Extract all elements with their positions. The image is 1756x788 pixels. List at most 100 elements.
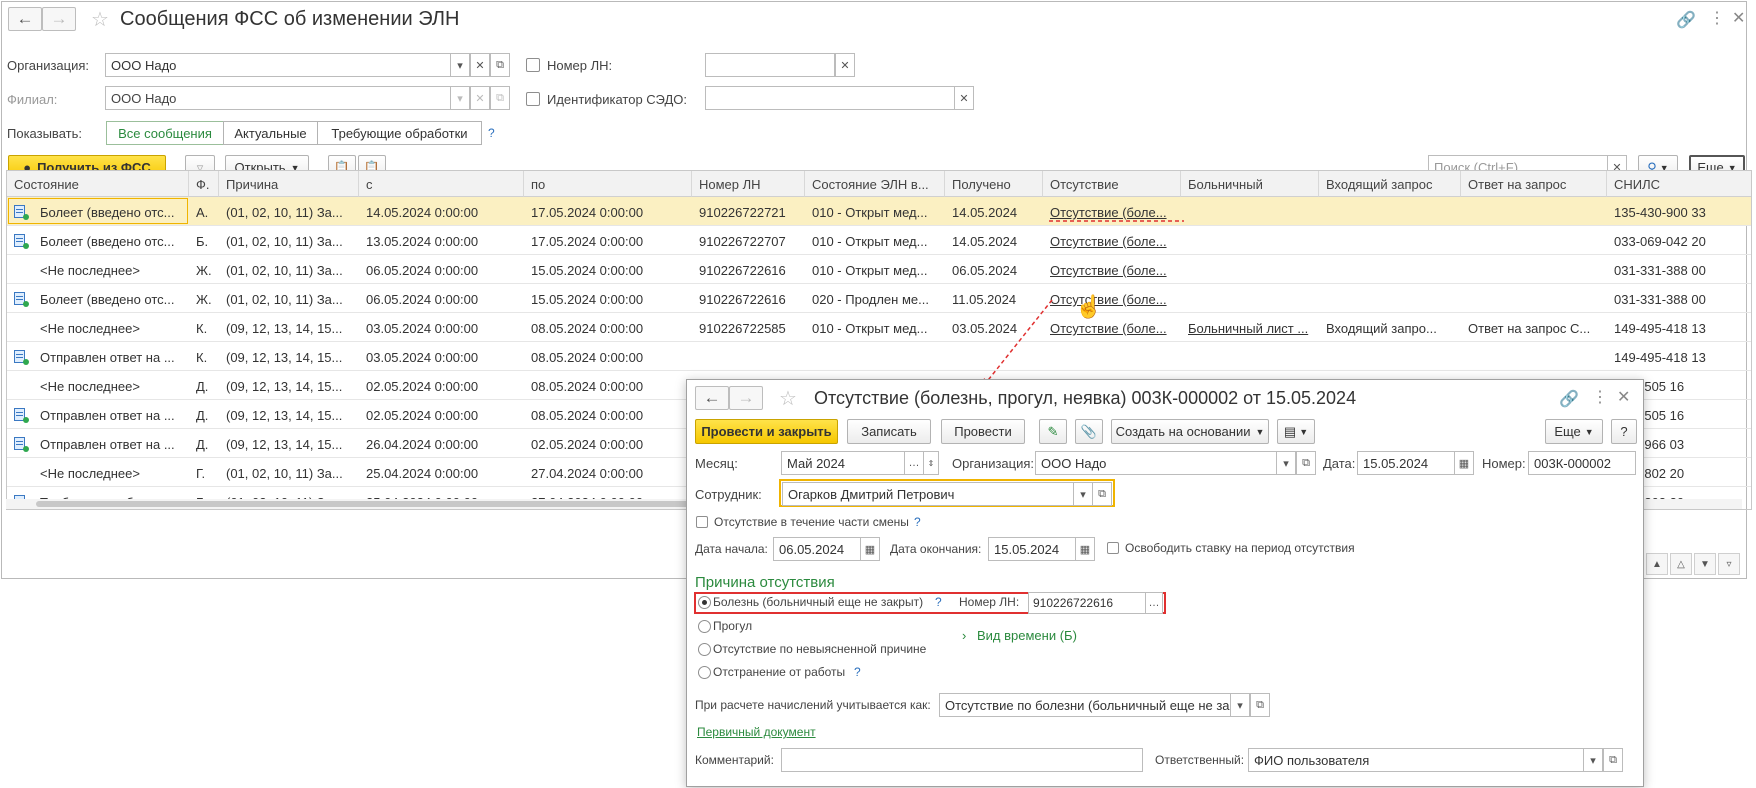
employee-dropdown[interactable]: ▾: [1073, 482, 1093, 506]
back-button[interactable]: ←: [8, 7, 42, 31]
cell-inreq[interactable]: [1319, 228, 1461, 254]
responsible-dropdown[interactable]: ▾: [1583, 748, 1603, 772]
start-date-input[interactable]: 06.05.2024: [773, 537, 861, 561]
time-type-link[interactable]: Вид времени (Б): [977, 628, 1077, 643]
scroll-down-button[interactable]: ▼: [1694, 553, 1716, 575]
cell-absence[interactable]: [1043, 344, 1181, 370]
star-icon[interactable]: ☆: [779, 386, 797, 411]
cell-answer[interactable]: [1461, 344, 1607, 370]
cell-inreq[interactable]: [1319, 257, 1461, 283]
ln-clear-button[interactable]: ✕: [835, 53, 855, 77]
help-icon[interactable]: ?: [488, 126, 495, 140]
dlg-org-open[interactable]: ⧉: [1296, 451, 1316, 475]
cell-inreq[interactable]: Входящий запро...: [1319, 315, 1461, 341]
kebab-icon[interactable]: ⋮: [1592, 387, 1608, 407]
cell-absence[interactable]: Отсутствие (боле...: [1043, 228, 1181, 254]
create-based-on-button[interactable]: Создать на основании ▼: [1111, 419, 1269, 444]
cell-absence[interactable]: Отсутствие (боле...: [1043, 286, 1181, 312]
edit-button[interactable]: ✎: [1039, 419, 1067, 444]
org-open-button[interactable]: ⧉: [490, 53, 510, 77]
reason-unknown-radio[interactable]: [698, 643, 711, 656]
employee-open[interactable]: ⧉: [1092, 482, 1112, 506]
column-header-inreq[interactable]: Входящий запрос: [1319, 171, 1461, 197]
cell-answer[interactable]: [1461, 228, 1607, 254]
date-input[interactable]: 15.05.2024: [1357, 451, 1455, 475]
sedo-clear-button[interactable]: ✕: [954, 86, 974, 110]
column-header-from[interactable]: с: [359, 171, 524, 197]
cell-inreq[interactable]: [1319, 199, 1461, 225]
cell-sick[interactable]: Больничный лист ...: [1181, 315, 1319, 341]
table-row[interactable]: <Не последнее> К. (09, 12, 13, 14, 15... 03…: [7, 313, 1751, 342]
table-row[interactable]: Отправлен ответ на ... К. (09, 12, 13, 14,…: [7, 342, 1751, 371]
post-button[interactable]: Провести: [941, 419, 1025, 444]
attach-button[interactable]: 📎: [1075, 419, 1103, 444]
cell-sick[interactable]: [1181, 228, 1319, 254]
cell-answer[interactable]: [1461, 257, 1607, 283]
comment-input[interactable]: [781, 748, 1143, 772]
org-dropdown-button[interactable]: ▾: [450, 53, 470, 77]
cell-sick[interactable]: [1181, 257, 1319, 283]
reason-truancy-radio[interactable]: [698, 620, 711, 633]
cell-absence[interactable]: Отсутствие (боле...: [1043, 199, 1181, 225]
link-icon[interactable]: 🔗: [1559, 389, 1579, 409]
date-calendar-button[interactable]: ▦: [1454, 451, 1474, 475]
sedo-input[interactable]: [705, 86, 955, 110]
dlg-back-button[interactable]: ←: [695, 386, 729, 410]
reason-sick-radio[interactable]: [698, 596, 711, 609]
org-clear-button[interactable]: ✕: [470, 53, 490, 77]
cell-absence[interactable]: Отсутствие (боле...: [1043, 257, 1181, 283]
column-header-reason[interactable]: Причина: [219, 171, 359, 197]
reason-suspension-radio[interactable]: [698, 666, 711, 679]
cell-inreq[interactable]: [1319, 344, 1461, 370]
start-date-calendar[interactable]: ▦: [860, 537, 880, 561]
column-header-ln[interactable]: Номер ЛН: [692, 171, 805, 197]
dlg-org-input[interactable]: ООО Надо: [1035, 451, 1277, 475]
primary-document-link[interactable]: Первичный документ: [697, 725, 816, 739]
dlg-ln-select[interactable]: …: [1145, 592, 1163, 614]
dlg-org-dropdown[interactable]: ▾: [1276, 451, 1296, 475]
sedo-checkbox[interactable]: [526, 92, 540, 106]
month-stepper[interactable]: ⇕: [923, 451, 939, 475]
calc-input[interactable]: Отсутствие по болезни (больничный еще не…: [939, 693, 1231, 717]
cell-absence[interactable]: Отсутствие (боле...: [1043, 315, 1181, 341]
table-row[interactable]: <Не последнее> Ж. (01, 02, 10, 11) За... 06…: [7, 255, 1751, 284]
table-row[interactable]: Болеет (введено отс... Б. (01, 02, 10, 11)…: [7, 226, 1751, 255]
star-icon[interactable]: ☆: [91, 7, 109, 32]
column-header-snils[interactable]: СНИЛС: [1607, 171, 1751, 197]
column-header-answer[interactable]: Ответ на запрос: [1461, 171, 1607, 197]
dlg-ln-input[interactable]: 910226722616: [1028, 592, 1146, 614]
help-icon[interactable]: ?: [914, 515, 921, 529]
column-header-eln[interactable]: Состояние ЭЛН в...: [805, 171, 945, 197]
help-button[interactable]: ?: [1611, 419, 1637, 444]
table-row[interactable]: Болеет (введено отс... А. (01, 02, 10, 11)…: [7, 197, 1751, 226]
cell-answer[interactable]: [1461, 199, 1607, 225]
close-icon[interactable]: ✕: [1617, 387, 1630, 407]
cell-sick[interactable]: [1181, 199, 1319, 225]
dlg-forward-button[interactable]: →: [729, 386, 763, 410]
close-icon[interactable]: ✕: [1732, 8, 1745, 28]
kebab-icon[interactable]: ⋮: [1709, 8, 1725, 28]
help-icon[interactable]: ?: [935, 595, 942, 609]
print-button[interactable]: ▤ ▼: [1277, 419, 1315, 444]
dlg-more-button[interactable]: Еще ▼: [1545, 419, 1603, 444]
link-icon[interactable]: 🔗: [1676, 10, 1696, 30]
scroll-bottom-button[interactable]: ▿: [1718, 553, 1740, 575]
free-rate-checkbox[interactable]: [1107, 542, 1119, 554]
column-header-received[interactable]: Получено: [945, 171, 1043, 197]
calc-open[interactable]: ⧉: [1250, 693, 1270, 717]
month-select-button[interactable]: …: [904, 451, 924, 475]
save-button[interactable]: Записать: [847, 419, 931, 444]
show-all-option[interactable]: Все сообщения: [106, 121, 224, 145]
end-date-calendar[interactable]: ▦: [1075, 537, 1095, 561]
help-icon[interactable]: ?: [854, 665, 861, 679]
cell-inreq[interactable]: [1319, 286, 1461, 312]
show-actual-option[interactable]: Актуальные: [223, 121, 318, 145]
ln-input[interactable]: [705, 53, 835, 77]
show-needs-processing-option[interactable]: Требующие обработки: [317, 121, 482, 145]
responsible-open[interactable]: ⧉: [1603, 748, 1623, 772]
column-header-sick[interactable]: Больничный: [1181, 171, 1319, 197]
cell-sick[interactable]: [1181, 286, 1319, 312]
cell-answer[interactable]: Ответ на запрос С...: [1461, 315, 1607, 341]
scroll-top-button[interactable]: ▲: [1646, 553, 1668, 575]
cell-sick[interactable]: [1181, 344, 1319, 370]
